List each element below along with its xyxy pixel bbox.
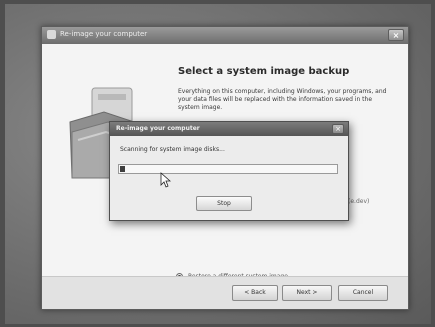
wizard-title: Re-image your computer (60, 30, 148, 38)
desktop-background: Re-image your computer × Select a system… (5, 4, 431, 324)
dialog-close-button[interactable]: × (332, 124, 344, 134)
mouse-cursor-icon (160, 172, 171, 188)
scan-progress-fill (120, 166, 125, 172)
page-description: Everything on this computer, including W… (178, 88, 387, 111)
back-button[interactable]: < Back (232, 285, 278, 301)
cancel-button[interactable]: Cancel (338, 285, 388, 301)
scanning-status-text: Scanning for system image disks... (120, 146, 225, 153)
scanning-dialog: Re-image your computer × Scanning for sy… (109, 121, 349, 221)
window-icon (47, 30, 56, 39)
dialog-title: Re-image your computer (116, 125, 200, 132)
stop-button[interactable]: Stop (196, 196, 252, 211)
wizard-close-button[interactable]: × (388, 29, 404, 41)
scan-progress-bar (118, 164, 338, 174)
next-button[interactable]: Next > (282, 285, 332, 301)
wizard-title-bar[interactable]: Re-image your computer × (42, 27, 408, 44)
partially-hidden-text: (e.dev) (348, 198, 370, 205)
wizard-footer: < Back Next > Cancel (42, 276, 408, 309)
page-heading: Select a system image backup (178, 66, 350, 77)
dialog-title-bar[interactable]: Re-image your computer × (110, 122, 348, 136)
